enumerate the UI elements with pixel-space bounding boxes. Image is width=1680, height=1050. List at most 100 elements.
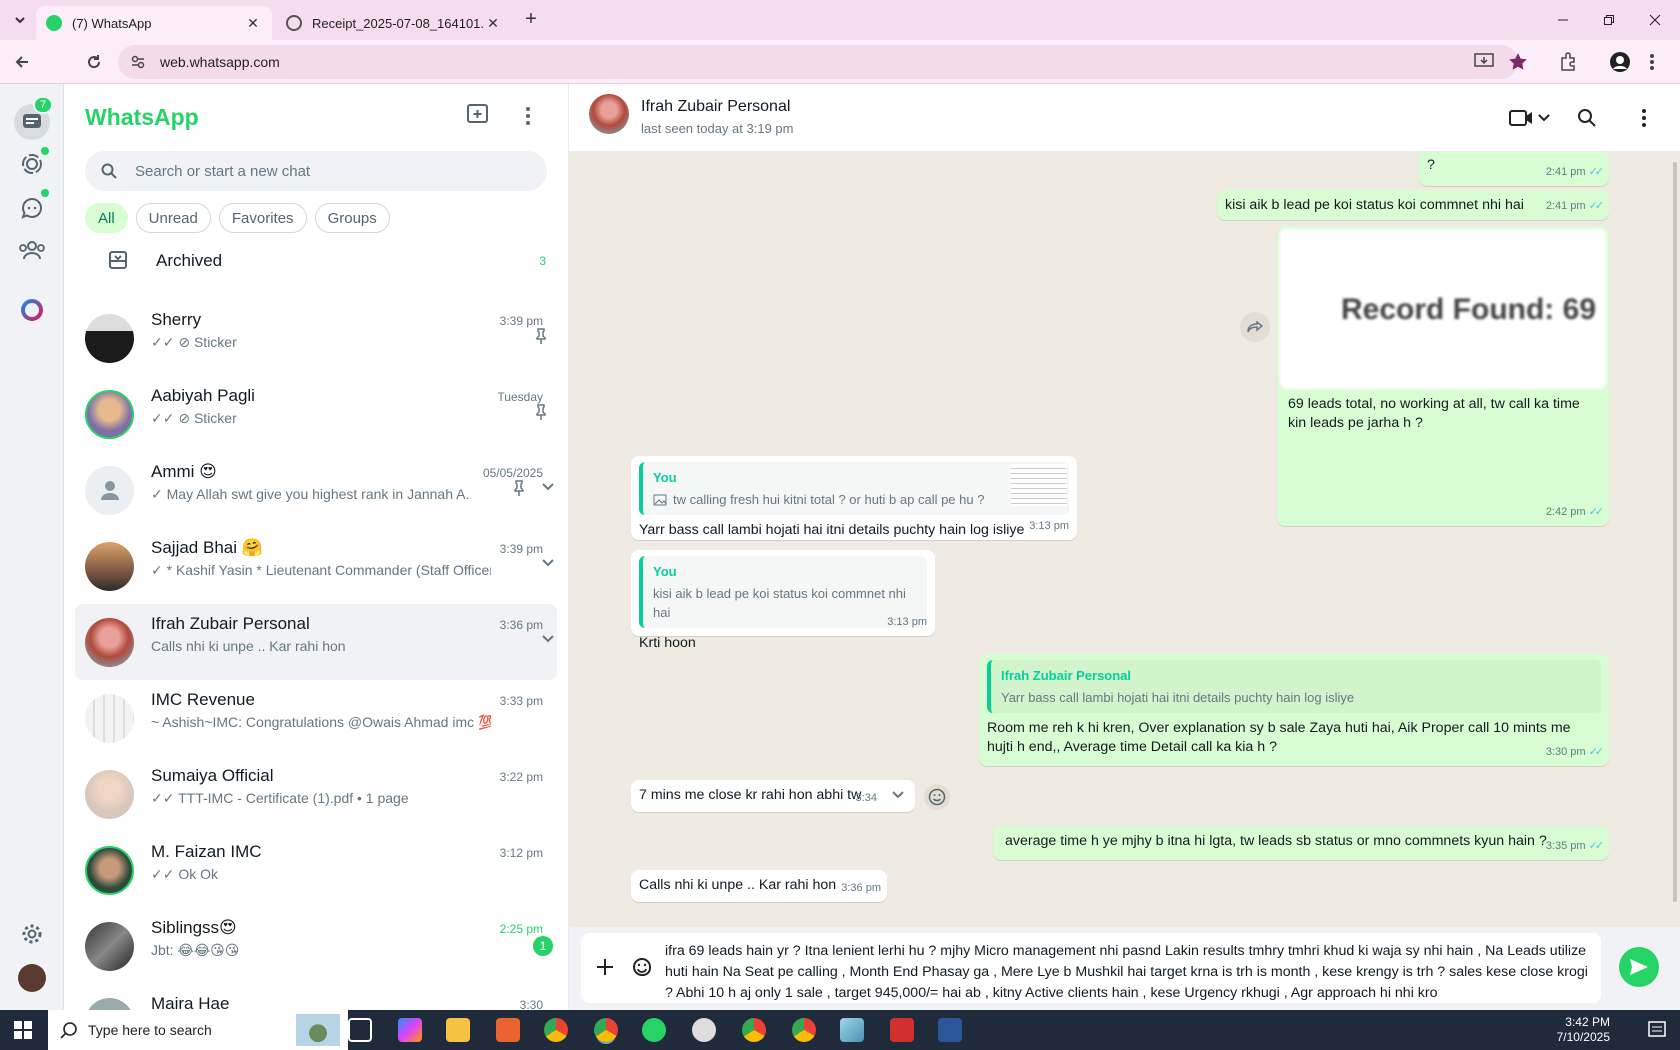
chevron-down-icon[interactable] xyxy=(541,558,555,568)
chat-item-m-faizan-imc[interactable]: M. Faizan IMC 3:12 pm ✓✓ Ok Ok xyxy=(75,832,557,908)
quoted-message[interactable]: Ifrah Zubair Personal Yarr bass call lam… xyxy=(987,660,1601,713)
chat-item-siblingss[interactable]: Siblingss😍 2:25 pm Jbt: 😂😂😘😘 1 xyxy=(75,908,557,984)
new-chat-icon[interactable] xyxy=(466,102,494,130)
reload-button[interactable] xyxy=(80,48,108,76)
chat-item-ifrah-zubair-personal[interactable]: Ifrah Zubair Personal 3:36 pm Calls nhi … xyxy=(75,604,557,680)
filter-chips: All Unread Favorites Groups xyxy=(85,203,390,233)
file-explorer-icon[interactable] xyxy=(446,1018,470,1042)
windows-start-icon[interactable] xyxy=(14,1021,32,1039)
browser-tab-strip: (7) WhatsApp ✕ Receipt_2025-07-08_164101… xyxy=(0,0,1680,40)
chat-time: 3:22 pm xyxy=(499,770,543,784)
quoted-message[interactable]: You kisi aik b lead pe koi status koi co… xyxy=(639,556,927,628)
message-input-box[interactable]: ifra 69 leads hain yr ? Itna lenient ler… xyxy=(581,933,1601,1003)
task-view-icon[interactable] xyxy=(348,1018,372,1042)
react-emoji-icon[interactable] xyxy=(924,784,950,810)
message-in[interactable]: You tw calling fresh hui kitni total ? o… xyxy=(631,456,1077,540)
close-tab-icon[interactable]: ✕ xyxy=(484,15,502,32)
chat-item-maira-hae[interactable]: Maira Hae 3:30 xyxy=(75,984,557,1010)
tab-whatsapp[interactable]: (7) WhatsApp ✕ xyxy=(36,6,272,40)
quoted-message[interactable]: You tw calling fresh hui kitni total ? o… xyxy=(639,462,1069,515)
system-tray[interactable]: 3:42 PM 7/10/2025 xyxy=(1557,1010,1610,1050)
app-icon[interactable] xyxy=(496,1018,520,1042)
filter-groups[interactable]: Groups xyxy=(314,203,390,233)
image-attachment[interactable]: Record Found: 69 xyxy=(1280,229,1606,389)
minimize-button[interactable] xyxy=(1540,0,1586,40)
contact-avatar[interactable] xyxy=(589,94,629,134)
back-button[interactable] xyxy=(8,48,36,76)
acrobat-icon[interactable] xyxy=(890,1018,914,1042)
meta-ai-icon[interactable] xyxy=(18,296,46,324)
message-list: ? 2:41 pm ✓✓ kisi aik b lead pe koi statu… xyxy=(569,152,1680,927)
message-out-image[interactable]: Record Found: 69 69 leads total, no work… xyxy=(1277,226,1609,526)
chevron-down-icon[interactable] xyxy=(541,482,555,492)
close-tab-icon[interactable]: ✕ xyxy=(244,15,262,32)
chat-item-sumaiya-official[interactable]: Sumaiya Official 3:22 pm ✓✓ TTT-IMC - Ce… xyxy=(75,756,557,832)
send-icon xyxy=(1630,959,1648,975)
message-time: 3:34 xyxy=(855,792,877,804)
video-call-icon[interactable] xyxy=(1509,108,1551,128)
sidebar-menu-icon[interactable] xyxy=(518,102,538,130)
chrome-icon[interactable] xyxy=(544,1018,568,1042)
message-text: Calls nhi ki unpe .. Kar rahi hon xyxy=(639,877,837,893)
profile-avatar-icon[interactable] xyxy=(1608,50,1632,74)
chrome-profile-icon[interactable] xyxy=(792,1018,816,1042)
message-out[interactable]: ? 2:41 pm ✓✓ xyxy=(1419,152,1609,186)
sticker-icon[interactable] xyxy=(631,956,653,978)
message-draft-text[interactable]: ifra 69 leads hain yr ? Itna lenient ler… xyxy=(665,941,1591,1004)
filter-unread[interactable]: Unread xyxy=(135,203,211,233)
site-info-icon[interactable] xyxy=(130,54,146,70)
restore-button[interactable] xyxy=(1586,0,1632,40)
extensions-icon[interactable] xyxy=(1556,50,1580,74)
attach-plus-icon[interactable] xyxy=(595,957,615,977)
word-icon[interactable] xyxy=(938,1018,962,1042)
chevron-down-icon[interactable] xyxy=(891,790,905,800)
chat-item-sajjad-bhai[interactable]: Sajjad Bhai 🤗 3:39 pm ✓ * Kashif Yasin *… xyxy=(75,528,557,604)
taskbar-search-placeholder: Type here to search xyxy=(88,1022,212,1038)
tab-receipt[interactable]: Receipt_2025-07-08_164101.pdf ✕ xyxy=(276,6,512,40)
chrome-active-icon[interactable] xyxy=(594,1018,618,1042)
message-scrollbar[interactable] xyxy=(1673,162,1677,902)
address-bar[interactable]: web.whatsapp.com xyxy=(118,45,1518,79)
chat-item-aabiyah-pagli[interactable]: Aabiyah Pagli Tuesday ✓✓ ⊘ Sticker xyxy=(75,376,557,452)
message-out[interactable]: kisi aik b lead pe koi status koi commne… xyxy=(1217,190,1609,220)
bookmark-star-icon[interactable] xyxy=(1506,50,1530,74)
filter-favorites[interactable]: Favorites xyxy=(218,203,307,233)
chat-item-imc-revenue[interactable]: IMC Revenue 3:33 pm ~ Ashish~IMC: Congra… xyxy=(75,680,557,756)
my-profile-avatar[interactable] xyxy=(18,964,46,992)
conversation-menu-icon[interactable] xyxy=(1641,108,1647,128)
chat-item-sherry[interactable]: Sherry 3:39 pm ✓✓ ⊘ Sticker xyxy=(75,300,557,376)
avatar xyxy=(85,313,134,363)
close-window-button[interactable] xyxy=(1632,0,1678,40)
browser-menu-icon[interactable] xyxy=(1640,50,1664,74)
tab-search-icon[interactable] xyxy=(10,10,30,30)
chat-item-ammi[interactable]: Ammi 😍 05/05/2025 ✓ May Allah swt give y… xyxy=(75,452,557,528)
notifications-icon[interactable] xyxy=(1648,1021,1666,1039)
taskbar-search-input[interactable]: Type here to search xyxy=(48,1010,348,1050)
copilot-icon[interactable] xyxy=(398,1018,422,1042)
communities-icon[interactable] xyxy=(18,236,46,264)
whatsapp-taskbar-icon[interactable] xyxy=(642,1018,666,1042)
archived-row[interactable]: Archived 3 xyxy=(64,234,569,288)
message-in[interactable]: 7 mins me close kr rahi hon abhi tw 3:34 xyxy=(631,780,915,812)
new-tab-button[interactable]: + xyxy=(520,9,542,31)
send-button[interactable] xyxy=(1619,947,1659,987)
search-messages-icon[interactable] xyxy=(1577,108,1597,128)
search-input[interactable]: Search or start a new chat xyxy=(85,151,547,191)
channels-icon[interactable] xyxy=(18,194,46,222)
forward-icon[interactable] xyxy=(1240,312,1270,342)
chrome-profile-icon[interactable] xyxy=(742,1018,766,1042)
message-in[interactable]: Calls nhi ki unpe .. Kar rahi hon 3:36 p… xyxy=(631,870,887,902)
message-out[interactable]: Ifrah Zubair Personal Yarr bass call lam… xyxy=(979,654,1609,766)
chat-preview: ✓ * Kashif Yasin * Lieutenant Commander … xyxy=(151,562,491,578)
conversation-header[interactable]: Ifrah Zubair Personal last seen today at… xyxy=(569,84,1680,152)
install-app-icon[interactable] xyxy=(1472,50,1496,74)
filter-all[interactable]: All xyxy=(85,203,128,233)
chat-time: 3:30 xyxy=(519,998,543,1010)
message-in[interactable]: You kisi aik b lead pe koi status koi co… xyxy=(631,550,935,651)
chevron-down-icon[interactable] xyxy=(541,634,555,644)
search-icon xyxy=(101,163,117,179)
settings-gear-icon[interactable] xyxy=(18,920,46,948)
clock-icon[interactable] xyxy=(692,1018,716,1042)
app-icon[interactable] xyxy=(840,1018,864,1042)
message-out[interactable]: average time h ye mjhy b itna hi lgta, t… xyxy=(993,826,1609,860)
